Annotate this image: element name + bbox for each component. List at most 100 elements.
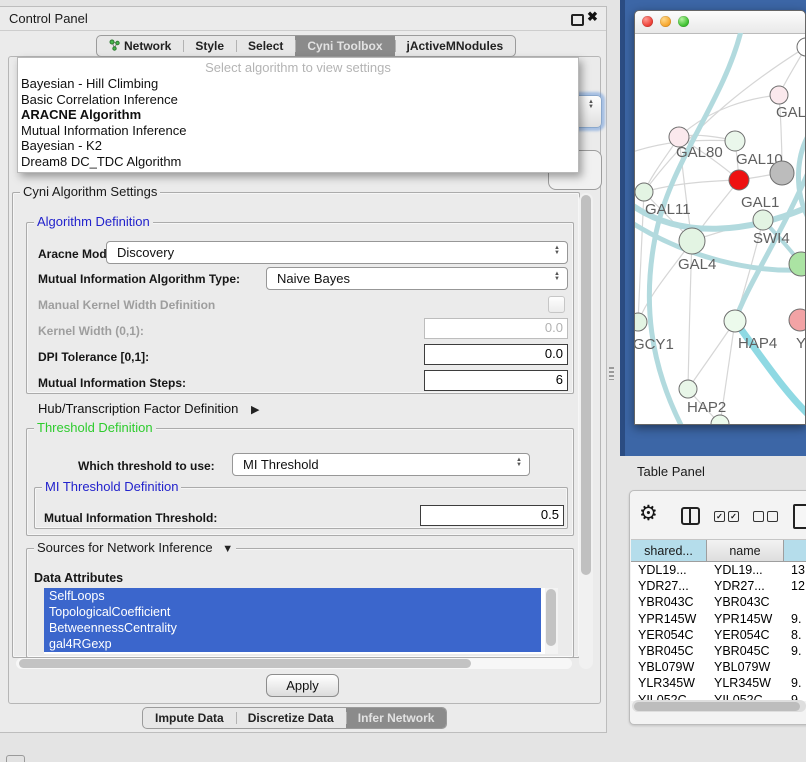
- show-columns-icon[interactable]: [681, 507, 700, 525]
- algorithm-option-basic-correlation-inference[interactable]: Basic Correlation Inference: [18, 92, 578, 108]
- network-node-gal11[interactable]: [635, 183, 653, 201]
- table-row[interactable]: YDL19...YDL19...13: [631, 562, 806, 578]
- table-row[interactable]: YBR045CYBR045C9.: [631, 643, 806, 659]
- algorithm-option-bayesian-k2[interactable]: Bayesian - K2: [18, 138, 578, 154]
- attribute-item-topologicalcoefficient[interactable]: TopologicalCoefficient: [44, 604, 541, 620]
- node-label: GAL11: [645, 201, 691, 218]
- tab-label: Infer Network: [358, 711, 435, 725]
- kernel-width-label: Kernel Width (0,1):: [38, 324, 144, 338]
- tab-infer-network[interactable]: Infer Network: [346, 708, 447, 728]
- network-node-gal4[interactable]: [679, 228, 705, 254]
- settings-vscroll-thumb[interactable]: [581, 195, 591, 575]
- node-label: GAL4: [678, 256, 716, 273]
- mi-threshold-label: Mutual Information Threshold:: [44, 511, 217, 525]
- attribute-item-gal4rgexp[interactable]: gal4RGexp: [44, 636, 541, 652]
- aracne-mode-select[interactable]: Discovery ▲▼: [106, 241, 568, 264]
- mi-algorithm-type-label: Mutual Information Algorithm Type:: [38, 272, 240, 286]
- table-cell: YER054C: [707, 628, 784, 642]
- table-horizontal-scrollbar[interactable]: [632, 700, 806, 712]
- table-cell: 9.: [784, 644, 806, 658]
- network-node-hap4[interactable]: [724, 310, 746, 332]
- tab-label: Discretize Data: [248, 711, 334, 725]
- attributes-scrollbar[interactable]: [545, 588, 558, 654]
- table-header-row: shared...nameA: [631, 540, 806, 562]
- threshold-definition-title: Threshold Definition: [34, 421, 156, 435]
- mi-algorithm-type-select[interactable]: Naive Bayes ▲▼: [266, 267, 568, 290]
- column-header-shared[interactable]: shared...: [631, 540, 707, 562]
- table-row[interactable]: YDR27...YDR27...12: [631, 578, 806, 594]
- tab-impute-data[interactable]: Impute Data: [143, 708, 236, 728]
- mi-steps-input[interactable]: 6: [424, 370, 568, 391]
- control-panel-titlebar: [0, 6, 606, 31]
- tab-jactivemnodules[interactable]: jActiveMNodules: [395, 36, 516, 56]
- function-builder-icon[interactable]: [793, 504, 806, 529]
- panel-splitter-grip[interactable]: [609, 367, 614, 380]
- minimize-traffic-light-icon[interactable]: [660, 16, 671, 27]
- settings-hscroll-thumb[interactable]: [19, 659, 471, 668]
- network-node-y[interactable]: [789, 309, 805, 331]
- algorithm-option-bayesian-hill-climbing[interactable]: Bayesian - Hill Climbing: [18, 76, 578, 92]
- algorithm-option-mutual-information-inference[interactable]: Mutual Information Inference: [18, 123, 578, 139]
- tab-style[interactable]: Style: [183, 36, 236, 56]
- table-cell: YBL079W: [707, 660, 784, 674]
- node-label: HAP2: [687, 399, 726, 416]
- network-node-gal[interactable]: [770, 86, 788, 104]
- collapse-arrow-icon: ▼: [222, 543, 233, 555]
- which-threshold-select[interactable]: MI Threshold ▲▼: [232, 453, 530, 476]
- manual-kernel-width-checkbox[interactable]: [548, 296, 565, 313]
- column-header-a[interactable]: A: [784, 540, 806, 562]
- network-node-hap2[interactable]: [679, 380, 697, 398]
- table-cell: YBR043C: [707, 595, 784, 609]
- dpi-tolerance-input[interactable]: 0.0: [424, 344, 568, 365]
- tab-label: Style: [195, 39, 224, 53]
- table-row[interactable]: YPR145WYPR145W9.: [631, 611, 806, 627]
- settings-vertical-scrollbar[interactable]: [579, 193, 593, 669]
- network-node-gcy1[interactable]: [635, 313, 647, 331]
- kernel-width-input[interactable]: 0.0: [424, 318, 568, 339]
- attribute-item-betweennesscentrality[interactable]: BetweennessCentrality: [44, 620, 541, 636]
- table-row[interactable]: YBR043CYBR043C: [631, 594, 806, 610]
- float-window-icon[interactable]: [571, 14, 584, 26]
- table-row[interactable]: YER054CYER054C8.: [631, 627, 806, 643]
- tab-network[interactable]: Network: [97, 36, 183, 56]
- network-node[interactable]: [770, 161, 794, 185]
- network-node-swi4[interactable]: [753, 210, 773, 230]
- node-label: GCY1: [635, 336, 674, 353]
- mi-threshold-input[interactable]: 0.5: [420, 505, 564, 526]
- combo-stepper-icon: ▲▼: [552, 272, 562, 281]
- attribute-item-selfloops[interactable]: SelfLoops: [44, 588, 541, 604]
- table-row[interactable]: YBL079WYBL079W: [631, 659, 806, 675]
- cyni-settings-group-title: Cyni Algorithm Settings: [20, 185, 160, 199]
- network-node-gal1[interactable]: [729, 170, 749, 190]
- algorithm-option-aracne-algorithm[interactable]: ARACNE Algorithm: [18, 107, 578, 123]
- tab-discretize-data[interactable]: Discretize Data: [236, 708, 346, 728]
- algorithm-popup-placeholder: Select algorithm to view settings: [18, 59, 578, 76]
- table-cell: 12: [784, 579, 806, 593]
- network-window: GALGAL80GAL10GAL1GAL11SWI4GAL4GCY1HAP4YH…: [634, 10, 806, 425]
- table-row[interactable]: YLR345WYLR345W9.: [631, 675, 806, 691]
- close-icon[interactable]: ✖: [587, 9, 598, 25]
- algorithm-option-dream8-dc-tdc-algorithm[interactable]: Dream8 DC_TDC Algorithm: [18, 154, 578, 170]
- sources-title-label: Sources for Network Inference: [37, 540, 213, 555]
- zoom-traffic-light-icon[interactable]: [678, 16, 689, 27]
- attributes-scrollbar-thumb[interactable]: [546, 589, 556, 646]
- table-cell: YPR145W: [631, 612, 707, 626]
- corner-mini-button[interactable]: [6, 755, 25, 762]
- table-settings-gear-icon[interactable]: ⚙: [639, 503, 658, 524]
- apply-button[interactable]: Apply: [266, 674, 339, 697]
- tab-select[interactable]: Select: [236, 36, 295, 56]
- data-attributes-list[interactable]: SelfLoopsTopologicalCoefficientBetweenne…: [44, 588, 558, 654]
- deselect-all-columns-icon[interactable]: [753, 511, 778, 522]
- network-node[interactable]: [797, 38, 805, 56]
- hub-definition-expander[interactable]: Hub/Transcription Factor Definition ▶: [38, 401, 259, 416]
- settings-horizontal-scrollbar[interactable]: [16, 658, 572, 669]
- close-traffic-light-icon[interactable]: [642, 16, 653, 27]
- table-cell: YBL079W: [631, 660, 707, 674]
- select-all-columns-icon[interactable]: ✓✓: [714, 511, 739, 522]
- tab-cyni-toolbox[interactable]: Cyni Toolbox: [295, 36, 394, 56]
- sources-group-title[interactable]: Sources for Network Inference ▼: [34, 541, 236, 556]
- network-canvas[interactable]: GALGAL80GAL10GAL1GAL11SWI4GAL4GCY1HAP4YH…: [635, 33, 805, 424]
- table-hscroll-thumb[interactable]: [634, 702, 800, 711]
- network-node-gal10[interactable]: [725, 131, 745, 151]
- column-header-name[interactable]: name: [707, 540, 784, 562]
